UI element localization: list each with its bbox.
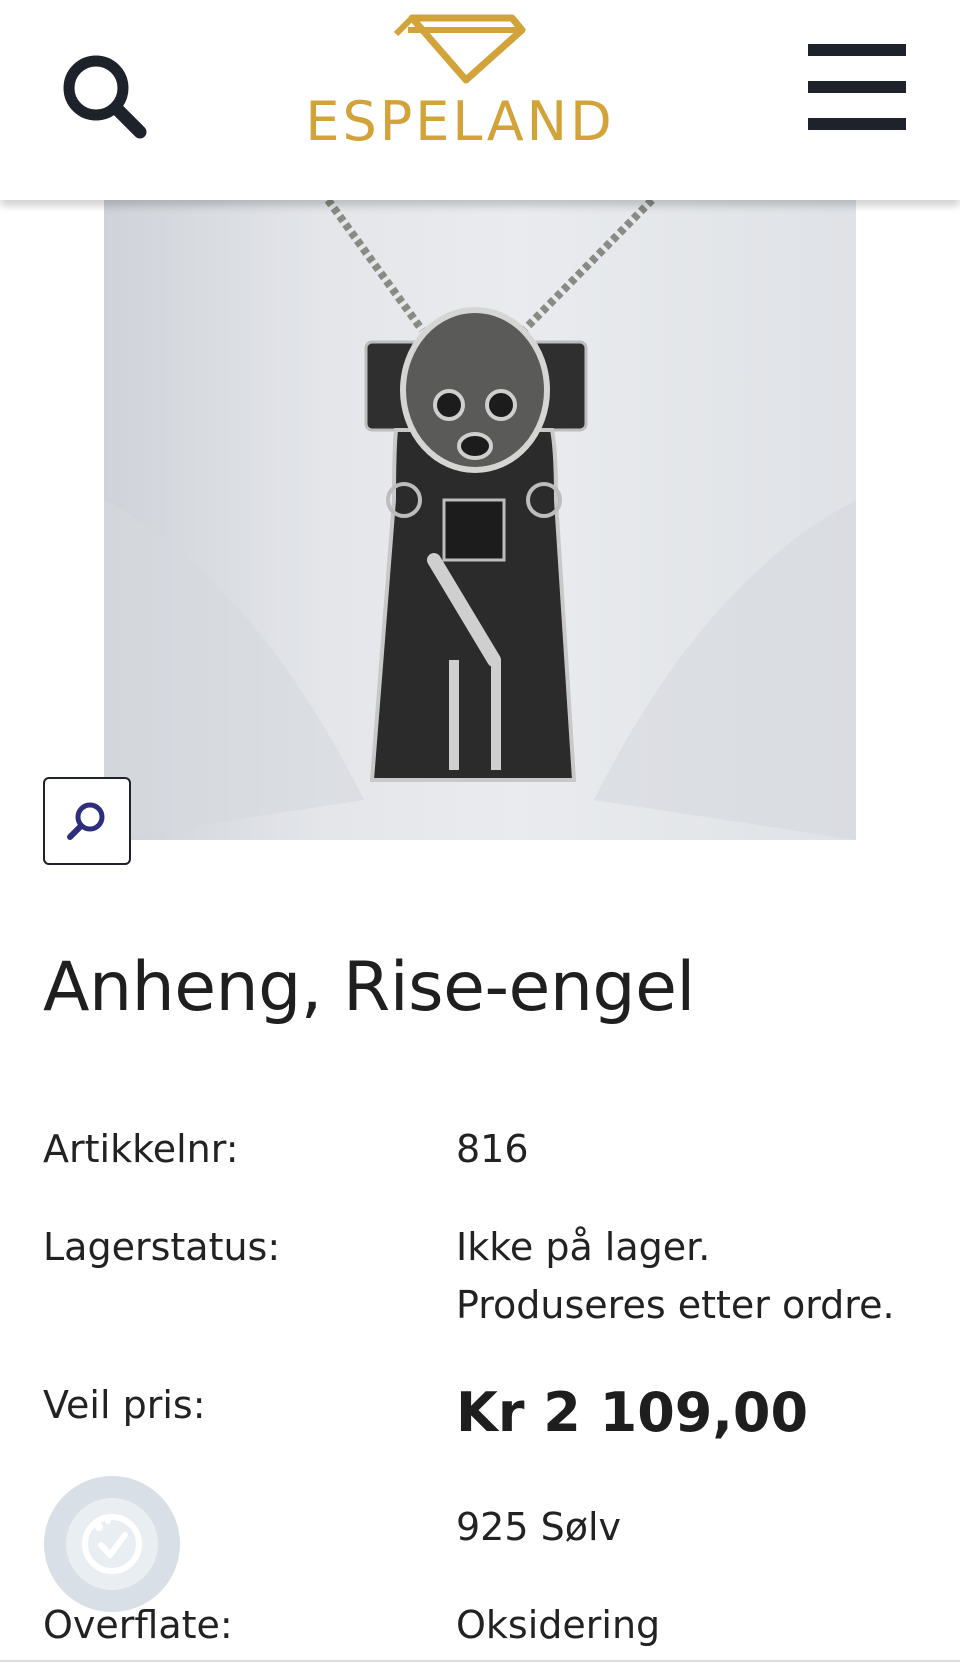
zoom-icon [67, 802, 105, 840]
menu-button[interactable] [808, 44, 906, 130]
espeland-logo[interactable]: ESPELAND [300, 12, 620, 162]
search-button[interactable] [58, 50, 152, 144]
spec-value-stock-status: Ikke på lager. Produseres etter ordre. [456, 1225, 895, 1327]
pendant-image [104, 200, 856, 840]
spec-value-material: 925 Sølv [456, 1505, 622, 1549]
hamburger-line [808, 118, 906, 130]
hamburger-menu-icon [808, 44, 906, 56]
product-title: Anheng, Rise-engel [43, 948, 695, 1027]
diamond-logo-icon [393, 14, 526, 84]
spec-label-price: Veil pris: [43, 1383, 206, 1427]
hamburger-line [808, 81, 906, 93]
brand-name: ESPELAND [305, 90, 615, 153]
spec-label-stock-status: Lagerstatus: [43, 1225, 281, 1269]
zoom-button[interactable] [43, 777, 131, 865]
divider [0, 1660, 960, 1662]
product-image[interactable] [104, 200, 856, 840]
search-icon [63, 55, 147, 139]
cookie-consent-button[interactable] [44, 1476, 180, 1612]
spec-value-article-number: 816 [456, 1127, 529, 1171]
spec-label-article-number: Artikkelnr: [43, 1127, 239, 1171]
cookie-badge-inner [66, 1498, 158, 1590]
spec-value-price: Kr 2 109,00 [456, 1381, 809, 1444]
cookie-consent-icon [82, 1514, 142, 1574]
site-header: ESPELAND [0, 0, 960, 200]
spec-value-surface: Oksidering [456, 1603, 661, 1647]
